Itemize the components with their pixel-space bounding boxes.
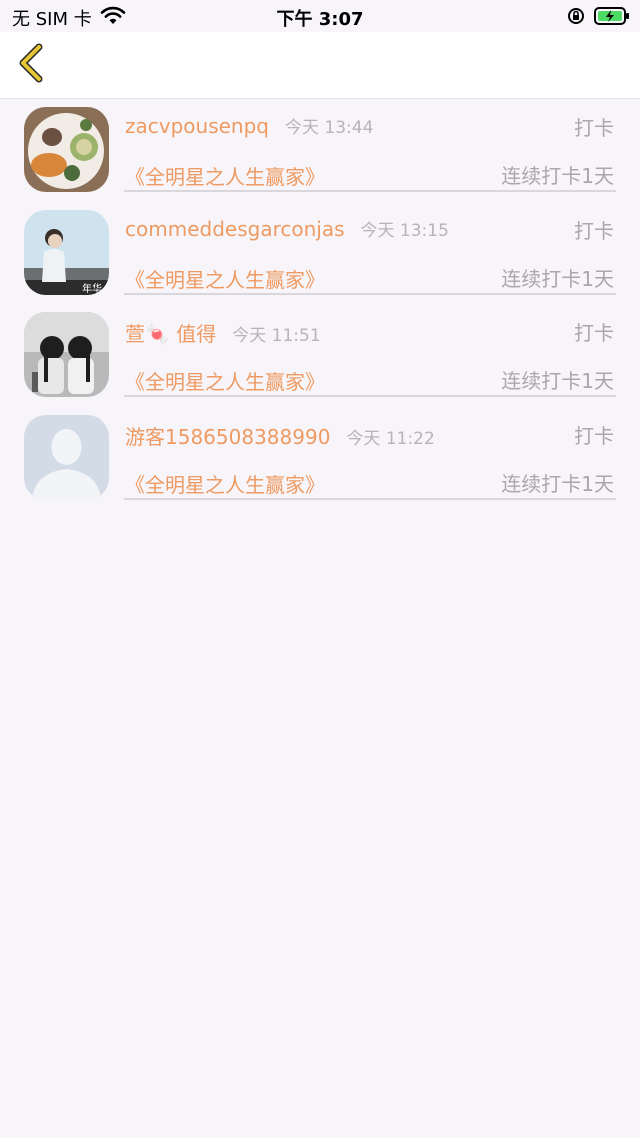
divider [124, 293, 616, 295]
user-name[interactable]: 萱🍬 值得 [125, 322, 216, 346]
user-name[interactable]: commeddesgarconjas [125, 217, 345, 241]
divider [124, 498, 616, 500]
user-name[interactable]: 游客1586508388990 [125, 425, 330, 449]
avatar[interactable] [24, 107, 109, 192]
streak-label: 连续打卡1天 [501, 164, 614, 188]
rotation-lock-icon [566, 6, 586, 30]
nav-bar [0, 32, 640, 99]
avatar[interactable]: 年华 [24, 210, 109, 295]
divider [124, 395, 616, 397]
status-time: 下午 3:07 [276, 9, 364, 30]
list-item[interactable]: 游客1586508388990 今天 11:22 打卡 《全明星之人生赢家》 连续… [0, 406, 640, 509]
book-title[interactable]: 《全明星之人生赢家》 [125, 264, 325, 293]
book-title[interactable]: 《全明星之人生赢家》 [125, 161, 325, 190]
avatar[interactable] [24, 312, 109, 397]
list-item[interactable]: 萱🍬 值得 今天 11:51 打卡 《全明星之人生赢家》 连续打卡1天 [0, 303, 640, 406]
checkin-time: 今天 11:51 [232, 326, 321, 346]
svg-text:年华: 年华 [82, 282, 102, 295]
list-item[interactable]: zacvpousenpq 今天 13:44 打卡 《全明星之人生赢家》 连续打卡1… [0, 98, 640, 201]
checkin-label: 打卡 [574, 219, 614, 243]
back-button[interactable] [12, 42, 52, 88]
streak-label: 连续打卡1天 [501, 472, 614, 496]
streak-label: 连续打卡1天 [501, 267, 614, 291]
status-bar: 无 SIM 卡 下午 3:07 [0, 0, 640, 32]
list-item[interactable]: 年华 commeddesgarconjas 今天 13:15 打卡 《全明星之人生… [0, 201, 640, 304]
battery-charging-icon [594, 6, 630, 30]
book-title[interactable]: 《全明星之人生赢家》 [125, 366, 325, 395]
avatar[interactable] [24, 415, 109, 500]
book-title[interactable]: 《全明星之人生赢家》 [125, 469, 325, 498]
streak-label: 连续打卡1天 [501, 369, 614, 393]
checkin-label: 打卡 [574, 321, 614, 345]
checkin-label: 打卡 [574, 116, 614, 140]
checkin-time: 今天 13:15 [360, 221, 449, 241]
chevron-left-icon [17, 43, 47, 87]
divider [124, 190, 616, 192]
checkin-time: 今天 13:44 [284, 118, 374, 138]
user-name[interactable]: zacvpousenpq [125, 114, 269, 138]
checkin-label: 打卡 [574, 424, 614, 448]
checkin-time: 今天 11:22 [346, 429, 435, 449]
